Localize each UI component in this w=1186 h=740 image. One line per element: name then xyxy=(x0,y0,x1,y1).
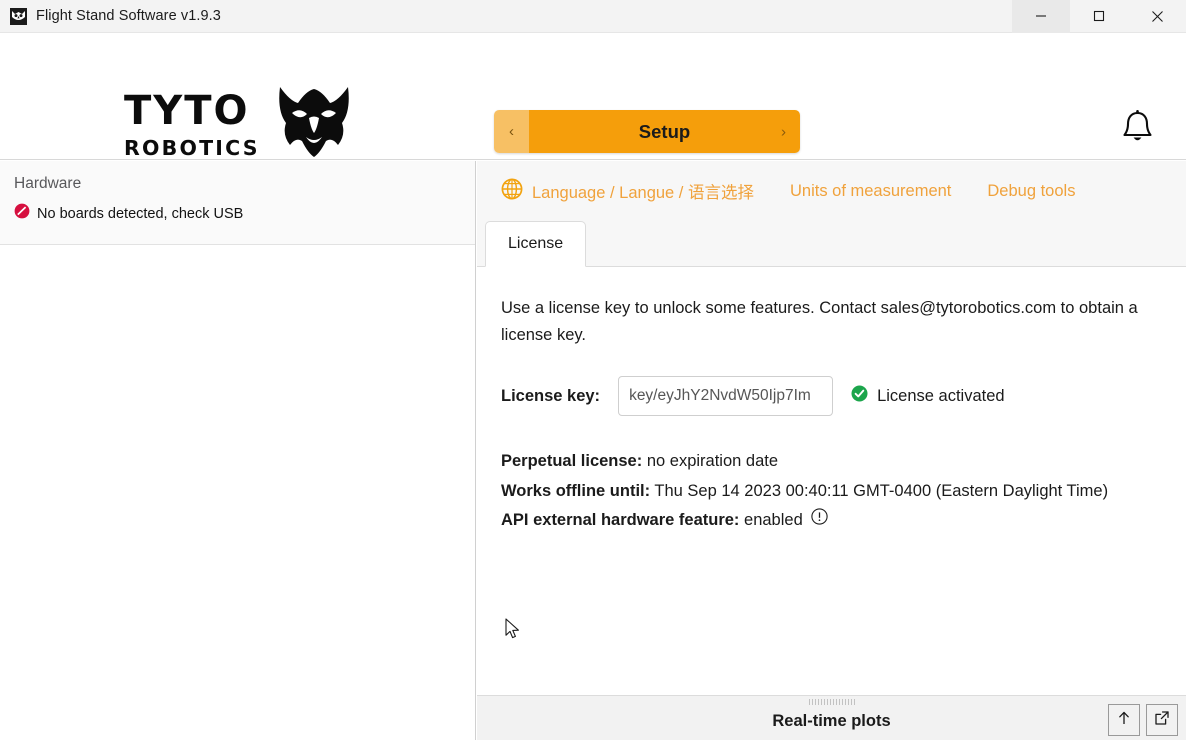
brand-wordmark: TYTO ROBOTICS xyxy=(124,91,260,159)
nav-current-step[interactable]: Setup › xyxy=(529,110,800,153)
minimize-button[interactable] xyxy=(1012,0,1070,33)
mouse-cursor xyxy=(505,618,522,646)
no-entry-icon xyxy=(14,203,30,224)
hardware-panel: Hardware No boards detected, check USB xyxy=(0,161,475,245)
license-key-input[interactable] xyxy=(618,376,833,416)
tab-license[interactable]: License xyxy=(485,221,586,267)
owl-head-logo-icon xyxy=(276,85,352,164)
maximize-button[interactable] xyxy=(1070,0,1128,33)
license-status-text: License activated xyxy=(877,387,1005,406)
tab-language-label: Language / Langue / 语言选择 xyxy=(532,179,754,203)
sidebar: Hardware No boards detected, check USB xyxy=(0,161,476,740)
app-header: TYTO ROBOTICS ‹ Setup › xyxy=(0,33,1186,160)
info-circle-icon[interactable] xyxy=(811,507,828,533)
tab-license-label: License xyxy=(508,235,563,253)
detail-api-external-hardware: API external hardware feature: enabled xyxy=(501,507,1162,533)
chevron-right-icon[interactable]: › xyxy=(781,123,786,140)
brand-line-1: TYTO xyxy=(124,91,260,131)
popout-plots-button[interactable] xyxy=(1146,704,1178,736)
close-button[interactable] xyxy=(1128,0,1186,33)
detail-works-offline-until: Works offline until: Thu Sep 14 2023 00:… xyxy=(501,478,1162,504)
owl-icon xyxy=(9,7,27,25)
bell-icon xyxy=(1121,109,1154,150)
tab-units-label: Units of measurement xyxy=(790,182,951,201)
arrow-up-icon xyxy=(1116,710,1132,731)
nav-step-label: Setup xyxy=(639,121,690,143)
expand-plots-button[interactable] xyxy=(1108,704,1140,736)
realtime-plots-title: Real-time plots xyxy=(772,712,890,731)
license-description: Use a license key to unlock some feature… xyxy=(501,295,1161,348)
detail-value: enabled xyxy=(744,511,803,529)
license-panel: Use a license key to unlock some feature… xyxy=(477,267,1186,740)
license-key-row: License key: License activated xyxy=(501,376,1162,416)
window-title: Flight Stand Software v1.9.3 xyxy=(36,8,221,24)
license-details: Perpetual license: no expiration date Wo… xyxy=(501,448,1162,533)
title-bar: Flight Stand Software v1.9.3 xyxy=(0,0,1186,33)
realtime-plots-bar: Real-time plots xyxy=(477,695,1186,740)
external-link-icon xyxy=(1154,710,1170,731)
window-controls xyxy=(1012,0,1186,33)
main-content: Language / Langue / 语言选择 Units of measur… xyxy=(477,161,1186,740)
detail-label: API external hardware feature: xyxy=(501,511,739,529)
tab-debug-tools[interactable]: Debug tools xyxy=(987,182,1075,201)
detail-perpetual-license: Perpetual license: no expiration date xyxy=(501,448,1162,474)
realtime-plots-actions xyxy=(1108,704,1178,736)
notifications-button[interactable] xyxy=(1113,105,1161,153)
settings-tabs: Language / Langue / 语言选择 Units of measur… xyxy=(477,161,1186,221)
globe-icon xyxy=(501,178,523,205)
tab-debug-tools-label: Debug tools xyxy=(987,182,1075,201)
chevron-left-icon: ‹ xyxy=(509,123,514,140)
tab-language[interactable]: Language / Langue / 语言选择 xyxy=(501,178,754,205)
detail-value: no expiration date xyxy=(647,452,778,470)
tab-units[interactable]: Units of measurement xyxy=(790,182,951,201)
detail-value: Thu Sep 14 2023 00:40:11 GMT-0400 (Easte… xyxy=(654,482,1108,500)
hardware-status: No boards detected, check USB xyxy=(14,203,475,224)
brand-logo: TYTO ROBOTICS xyxy=(124,85,352,164)
nav-prev-button[interactable]: ‹ xyxy=(494,110,529,153)
check-circle-icon xyxy=(851,385,868,407)
detail-label: Works offline until: xyxy=(501,482,650,500)
drag-handle[interactable] xyxy=(809,699,855,705)
hardware-title: Hardware xyxy=(14,175,475,193)
license-key-label: License key: xyxy=(501,387,600,406)
hardware-status-text: No boards detected, check USB xyxy=(37,206,243,222)
detail-label: Perpetual license: xyxy=(501,452,642,470)
setup-nav-button[interactable]: ‹ Setup › xyxy=(494,110,800,153)
brand-line-2: ROBOTICS xyxy=(124,138,260,159)
tab-strip: License xyxy=(477,221,1186,267)
license-status: License activated xyxy=(851,385,1005,407)
